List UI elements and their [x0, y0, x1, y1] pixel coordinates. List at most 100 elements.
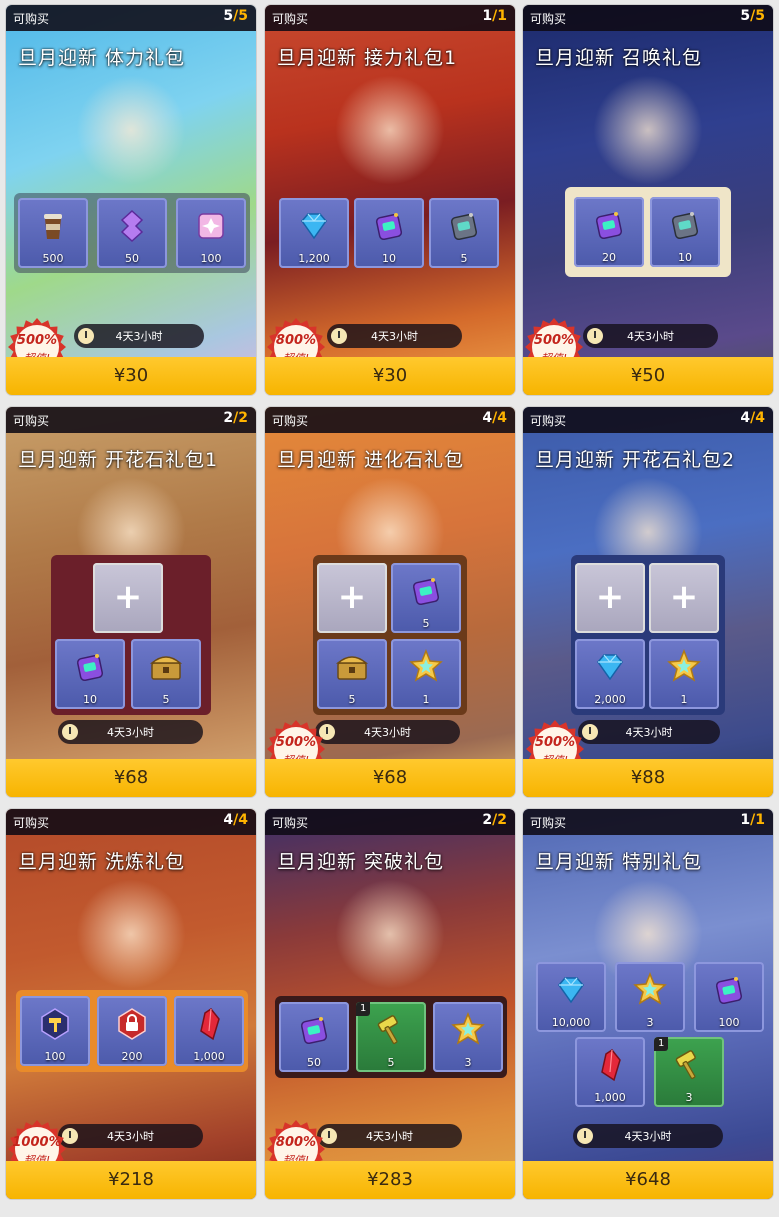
pack-item[interactable]: 500 — [18, 198, 88, 268]
pack-item[interactable]: 10 — [650, 197, 720, 267]
count-remaining: 4 — [223, 812, 234, 828]
item-limit-badge: 1 — [654, 1037, 669, 1051]
pack-item-grid: 50 5 1 3 — [275, 996, 507, 1078]
pack-item-grid: 20 10 — [565, 187, 731, 277]
character-artwork — [335, 879, 445, 989]
item-quantity: 50 — [307, 1056, 321, 1069]
buy-button[interactable]: ¥88 — [523, 759, 773, 797]
buy-button[interactable]: ¥68 — [265, 759, 515, 797]
pack-item[interactable]: 1,000 — [575, 1037, 645, 1107]
pack-item[interactable]: 10 — [55, 639, 125, 709]
pack-title: 旦月迎新 进化石礼包 — [277, 449, 465, 471]
gift-pack-card[interactable]: 可购买4/4旦月迎新 进化石礼包+5514天3小时500%超值!¥68 — [265, 407, 515, 797]
pack-item[interactable]: 51 — [356, 1002, 426, 1072]
red-crystal-icon — [200, 1007, 220, 1041]
add-item-slot[interactable]: + — [649, 563, 719, 633]
character-artwork — [76, 879, 186, 989]
timer-text: 4天3小时 — [624, 1130, 672, 1143]
purchase-status-bar: 可购买 4/4 — [6, 809, 256, 835]
pack-title: 旦月迎新 突破礼包 — [277, 851, 445, 873]
pack-item[interactable]: 1 — [649, 639, 719, 709]
count-total: 2 — [497, 812, 507, 828]
treasure-chest-icon — [149, 656, 183, 680]
count-remaining: 1 — [482, 8, 493, 24]
pack-item[interactable]: 5 — [131, 639, 201, 709]
pack-item-grid: 100 200 1,000 — [16, 990, 248, 1072]
pack-item[interactable]: 1 — [391, 639, 461, 709]
countdown-timer: 4天3小时 — [573, 1124, 723, 1148]
pack-item[interactable]: 100 — [20, 996, 90, 1066]
item-quantity: 1,000 — [193, 1050, 225, 1063]
purple-device-icon — [76, 654, 104, 682]
gift-pack-card[interactable]: 可购买5/5旦月迎新 召唤礼包20104天3小时500%超值!¥50 — [523, 5, 773, 395]
item-quantity: 5 — [387, 1056, 395, 1069]
rainbow-star-icon — [633, 972, 667, 1005]
buy-button[interactable]: ¥50 — [523, 357, 773, 395]
timer-text: 4天3小时 — [107, 1130, 154, 1143]
count-remaining: 2 — [482, 812, 493, 828]
purple-device-icon — [595, 212, 623, 240]
item-quantity: 50 — [125, 252, 139, 265]
buy-button[interactable]: ¥30 — [265, 357, 515, 395]
timer-text: 4天3小时 — [625, 726, 673, 739]
gift-pack-card[interactable]: 可购买5/5旦月迎新 体力礼包500501004天3小时500%超值!¥30 — [6, 5, 256, 395]
price-label: ¥648 — [625, 1169, 671, 1190]
item-quantity: 5 — [162, 693, 170, 706]
pack-item[interactable]: 10 — [354, 198, 424, 268]
pack-item[interactable]: 50 — [279, 1002, 349, 1072]
purchase-count: 4/4 — [223, 812, 248, 828]
pack-item[interactable]: 200 — [97, 996, 167, 1066]
pack-item[interactable]: 2,000 — [575, 639, 645, 709]
pack-item[interactable]: 20 — [574, 197, 644, 267]
buy-button[interactable]: ¥648 — [523, 1161, 773, 1199]
item-quantity: 5 — [348, 693, 356, 706]
gift-pack-card[interactable]: 可购买2/2旦月迎新 突破礼包505134天3小时800%超值!¥283 — [265, 809, 515, 1199]
buy-button[interactable]: ¥68 — [6, 759, 256, 797]
pack-item[interactable]: 10,000 — [536, 962, 606, 1032]
plus-icon: + — [595, 577, 625, 617]
buy-button[interactable]: ¥30 — [6, 357, 256, 395]
buyable-label: 可购买 — [272, 12, 309, 26]
gift-pack-card[interactable]: 可购买4/4旦月迎新 洗炼礼包1002001,0004天3小时1000%超值!¥… — [6, 809, 256, 1199]
add-item-slot[interactable]: + — [93, 563, 163, 633]
pack-item[interactable]: 5 — [317, 639, 387, 709]
gift-pack-card[interactable]: 可购买1/1旦月迎新 接力礼包11,2001054天3小时800%超值!¥30 — [265, 5, 515, 395]
item-quantity: 10 — [382, 252, 396, 265]
pack-item[interactable]: 1,200 — [279, 198, 349, 268]
rainbow-star-icon — [451, 1012, 485, 1045]
pack-item[interactable]: 1,000 — [174, 996, 244, 1066]
countdown-timer: 4天3小时 — [317, 1124, 462, 1148]
item-limit-badge: 1 — [356, 1002, 371, 1016]
add-item-slot[interactable]: + — [575, 563, 645, 633]
red-lock-gem-icon — [118, 1008, 146, 1040]
price-label: ¥30 — [372, 365, 408, 386]
item-quantity: 3 — [646, 1016, 654, 1029]
purchase-count: 4/4 — [740, 410, 765, 426]
price-label: ¥218 — [108, 1169, 154, 1190]
pack-title: 旦月迎新 召唤礼包 — [535, 47, 703, 69]
gift-pack-card[interactable]: 可购买 1/1 旦月迎新 特别礼包 10,000 3 100 1,000 3 1 4天3小时 ¥64… — [523, 809, 773, 1199]
count-total: 2 — [238, 410, 248, 426]
buy-button[interactable]: ¥218 — [6, 1161, 256, 1199]
count-remaining: 5 — [223, 8, 234, 24]
pack-item[interactable]: 31 — [654, 1037, 724, 1107]
countdown-timer: 4天3小时 — [58, 720, 203, 744]
plus-icon: + — [113, 577, 143, 617]
pack-item[interactable]: 50 — [97, 198, 167, 268]
price-label: ¥88 — [630, 767, 666, 788]
pack-item[interactable]: 3 — [615, 962, 685, 1032]
item-quantity: 10 — [83, 693, 97, 706]
gift-pack-card[interactable]: 可购买 2/2 旦月迎新 开花石礼包1 +10 5 4天3小时 ¥68 — [6, 407, 256, 797]
pack-item[interactable]: 100 — [176, 198, 246, 268]
item-quantity: 3 — [685, 1091, 693, 1104]
gift-pack-card[interactable]: 可购买4/4旦月迎新 开花石礼包2++2,00014天3小时500%超值!¥88 — [523, 407, 773, 797]
buy-button[interactable]: ¥283 — [265, 1161, 515, 1199]
pack-item[interactable]: 5 — [429, 198, 499, 268]
add-item-slot[interactable]: + — [317, 563, 387, 633]
pack-item[interactable]: 100 — [694, 962, 764, 1032]
buyable-label: 可购买 — [272, 414, 309, 428]
pack-item[interactable]: 3 — [433, 1002, 503, 1072]
count-total: 5 — [755, 8, 765, 24]
price-label: ¥50 — [630, 365, 666, 386]
pack-item[interactable]: 5 — [391, 563, 461, 633]
